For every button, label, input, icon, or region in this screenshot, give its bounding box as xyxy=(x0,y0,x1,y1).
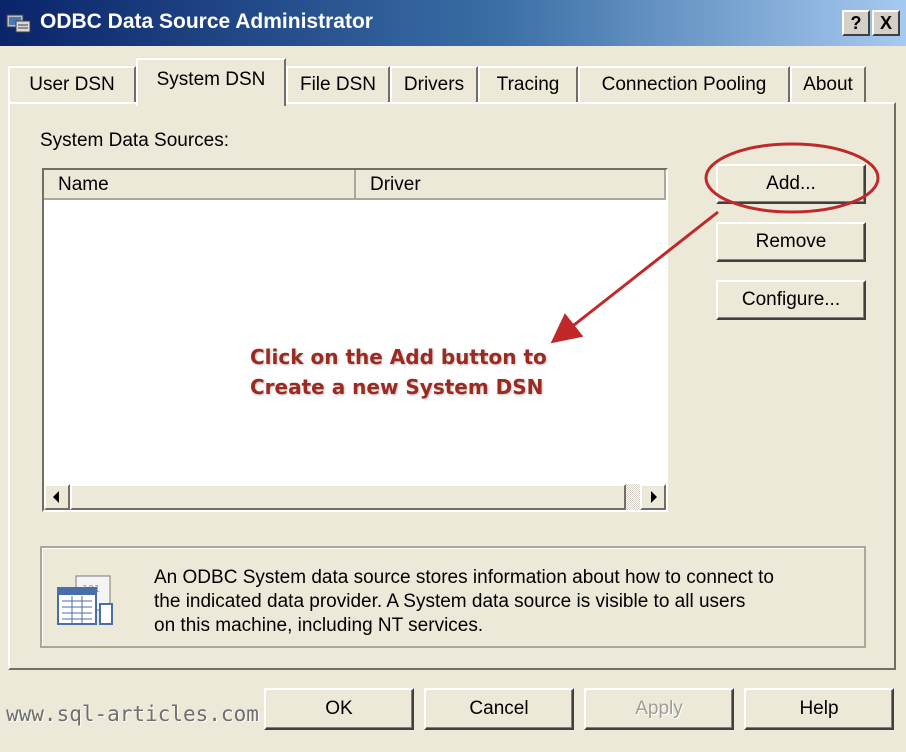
odbc-app-icon xyxy=(6,14,31,33)
tab-strip: User DSN System DSN File DSN Drivers Tra… xyxy=(8,58,898,106)
column-header-name[interactable]: Name xyxy=(44,170,356,200)
annotation-callout: Click on the Add button to Create a new … xyxy=(250,342,570,402)
column-header-driver[interactable]: Driver xyxy=(356,170,666,200)
callout-line: Create a new System DSN xyxy=(250,375,544,399)
tab-user-dsn[interactable]: User DSN xyxy=(8,66,136,104)
info-line: the indicated data provider. A System da… xyxy=(154,591,746,612)
data-source-icon: 101 xyxy=(57,575,113,625)
apply-button[interactable]: Apply xyxy=(584,688,734,730)
close-title-button[interactable]: X xyxy=(872,10,900,36)
ok-button[interactable]: OK xyxy=(264,688,414,730)
horizontal-scrollbar[interactable] xyxy=(44,484,666,510)
data-sources-list[interactable]: Name Driver xyxy=(42,168,668,512)
callout-line: Click on the Add button to xyxy=(250,345,547,369)
watermark-text: www.sql-articles.com xyxy=(6,702,259,726)
tab-connection-pooling[interactable]: Connection Pooling xyxy=(578,66,790,104)
odbc-dialog-window: ODBC Data Source Administrator ? X User … xyxy=(0,0,906,752)
remove-button[interactable]: Remove xyxy=(716,222,866,262)
arrow-right-icon xyxy=(651,491,657,503)
add-button[interactable]: Add... xyxy=(716,164,866,204)
scroll-thumb[interactable] xyxy=(70,484,626,510)
tab-drivers[interactable]: Drivers xyxy=(390,66,478,104)
scroll-left-button[interactable] xyxy=(44,484,70,510)
help-title-button[interactable]: ? xyxy=(842,10,870,36)
help-button[interactable]: Help xyxy=(744,688,894,730)
system-data-sources-label: System Data Sources: xyxy=(40,130,230,151)
scroll-right-button[interactable] xyxy=(640,484,666,510)
tab-tracing[interactable]: Tracing xyxy=(478,66,578,104)
configure-button[interactable]: Configure... xyxy=(716,280,866,320)
tab-system-dsn[interactable]: System DSN xyxy=(136,58,286,106)
title-bar[interactable]: ODBC Data Source Administrator ? X xyxy=(0,0,906,46)
info-box: 101 An ODBC System data source stores in… xyxy=(40,546,866,648)
arrow-left-icon xyxy=(53,491,59,503)
info-line: An ODBC System data source stores inform… xyxy=(154,567,774,588)
tab-file-dsn[interactable]: File DSN xyxy=(286,66,390,104)
window-title: ODBC Data Source Administrator xyxy=(40,10,373,33)
info-line: on this machine, including NT services. xyxy=(154,615,484,636)
cancel-button[interactable]: Cancel xyxy=(424,688,574,730)
info-description: An ODBC System data source stores inform… xyxy=(154,566,854,638)
tab-about[interactable]: About xyxy=(790,66,866,104)
